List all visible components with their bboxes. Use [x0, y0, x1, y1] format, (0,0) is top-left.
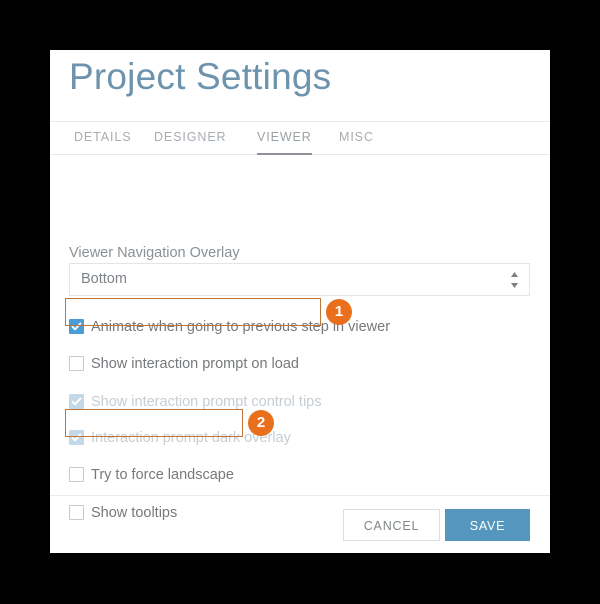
dialog-body: Viewer Navigation Overlay Bottom Animate…	[50, 155, 550, 521]
select-selected-value: Bottom	[81, 271, 127, 287]
project-settings-dialog: Project Settings DETAILS DESIGNER VIEWER…	[50, 50, 550, 553]
viewer-navigation-overlay-select[interactable]: Bottom	[69, 263, 530, 296]
screenshot-stage: Project Settings DETAILS DESIGNER VIEWER…	[0, 0, 600, 604]
checkbox-label-show-interaction-prompt-on-load: Show interaction prompt on load	[91, 356, 299, 372]
cancel-button[interactable]: CANCEL	[343, 509, 440, 541]
checkbox-interaction-prompt-dark-overlay	[69, 430, 84, 445]
checkbox-animate-previous-step[interactable]	[69, 319, 84, 334]
annotation-badge-1: 1	[326, 299, 352, 325]
checkbox-try-to-force-landscape[interactable]	[69, 467, 84, 482]
tab-viewer[interactable]: VIEWER	[257, 122, 312, 155]
dialog-header: Project Settings	[50, 50, 550, 122]
tab-bar: DETAILS DESIGNER VIEWER MISC	[50, 122, 550, 155]
tab-misc[interactable]: MISC	[339, 122, 374, 155]
tab-designer[interactable]: DESIGNER	[154, 122, 227, 155]
viewer-navigation-overlay-label: Viewer Navigation Overlay	[69, 245, 240, 261]
annotation-badge-2: 2	[248, 410, 274, 436]
checkbox-label-show-interaction-prompt-control-tips: Show interaction prompt control tips	[91, 394, 322, 410]
dialog-footer: CANCEL SAVE	[50, 495, 550, 553]
select-stepper-arrows-icon	[509, 271, 520, 289]
checkbox-show-interaction-prompt-on-load[interactable]	[69, 356, 84, 371]
save-button[interactable]: SAVE	[445, 509, 530, 541]
checkbox-show-interaction-prompt-control-tips	[69, 394, 84, 409]
checkbox-label-try-to-force-landscape: Try to force landscape	[91, 467, 234, 483]
tab-details[interactable]: DETAILS	[74, 122, 131, 155]
page-title: Project Settings	[69, 56, 332, 97]
